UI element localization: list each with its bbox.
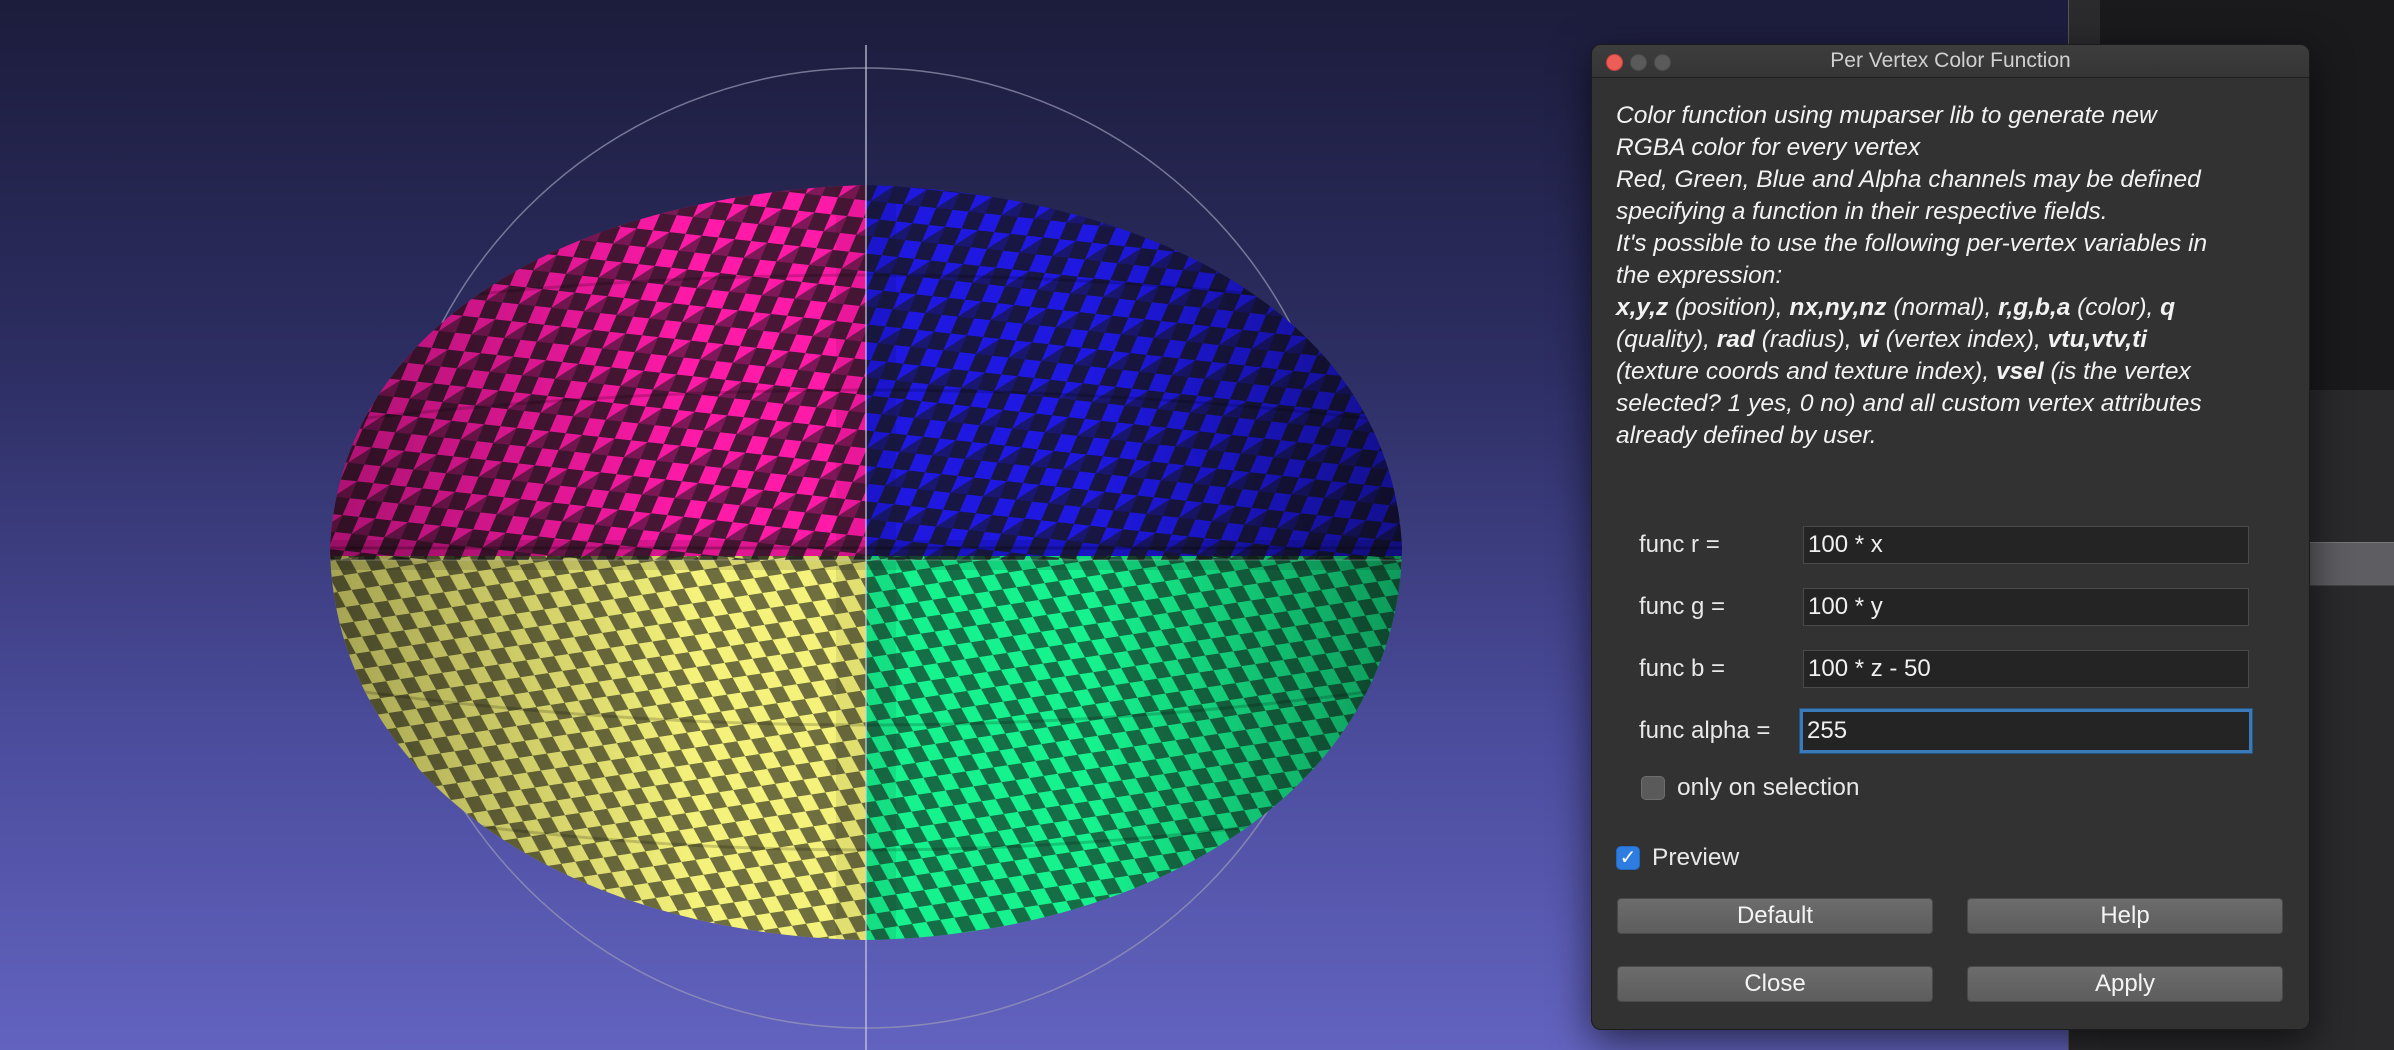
description-line: It's possible to use the following per-v… — [1616, 230, 2208, 257]
func-b-row: func b = — [1639, 647, 2269, 691]
func-alpha-row: func alpha = — [1639, 709, 2269, 753]
dialog-title: Per Vertex Color Function — [1830, 49, 2071, 72]
func-g-input[interactable] — [1803, 588, 2249, 626]
func-b-input[interactable] — [1803, 650, 2249, 688]
var-desc: (normal), — [1886, 294, 1999, 321]
minimize-window-icon[interactable] — [1630, 54, 1647, 71]
var-radius: rad — [1716, 326, 1755, 353]
var-desc: (vertex index), — [1878, 326, 2048, 353]
var-texture: vtu,vtv,ti — [2047, 326, 2148, 353]
func-alpha-input[interactable] — [1800, 709, 2252, 753]
var-desc: (quality), — [1616, 326, 1717, 353]
description-line: Color function using muparser lib to gen… — [1616, 102, 2157, 129]
preview-checkbox[interactable]: ✓ — [1616, 846, 1640, 870]
description-line: the expression: — [1616, 262, 1783, 289]
func-r-row: func r = — [1639, 523, 2269, 567]
func-r-label: func r = — [1639, 531, 1720, 558]
background-panel-tab[interactable] — [2310, 542, 2394, 586]
default-button[interactable]: Default — [1617, 898, 1933, 934]
func-r-input[interactable] — [1803, 526, 2249, 564]
per-vertex-color-dialog: Per Vertex Color Function Color function… — [1591, 44, 2310, 1030]
only-on-selection-row[interactable]: only on selection — [1641, 774, 1860, 802]
variables-line: (quality), rad (radius), vi (vertex inde… — [1616, 324, 2289, 356]
variables-line: (texture coords and texture index), vsel… — [1616, 356, 2289, 388]
apply-button[interactable]: Apply — [1967, 966, 2283, 1002]
description-line: RGBA color for every vertex — [1616, 134, 1921, 161]
description-line: Red, Green, Blue and Alpha channels may … — [1616, 166, 2201, 193]
var-desc: (position), — [1668, 294, 1790, 321]
only-on-selection-label: only on selection — [1677, 774, 1860, 801]
var-desc: (radius), — [1754, 326, 1859, 353]
var-position: x,y,z — [1616, 294, 1669, 321]
preview-label: Preview — [1652, 844, 1740, 871]
var-desc: (is the vertex — [2043, 358, 2191, 385]
only-on-selection-checkbox[interactable] — [1641, 776, 1665, 800]
variables-line: selected? 1 yes, 0 no) and all custom ve… — [1616, 390, 2202, 417]
var-quality: q — [2160, 294, 2176, 321]
var-vertex-index: vi — [1858, 326, 1879, 353]
dialog-titlebar[interactable]: Per Vertex Color Function — [1592, 45, 2309, 78]
zoom-window-icon[interactable] — [1654, 54, 1671, 71]
filter-description: Color function using muparser lib to gen… — [1616, 100, 2289, 452]
func-alpha-label: func alpha = — [1639, 717, 1771, 744]
func-b-label: func b = — [1639, 655, 1726, 682]
variables-line: x,y,z (position), nx,ny,nz (normal), r,g… — [1616, 292, 2289, 324]
var-desc: (color), — [2070, 294, 2161, 321]
var-desc: (texture coords and texture index), — [1616, 358, 1996, 385]
variables-line: already defined by user. — [1616, 422, 1877, 449]
preview-row[interactable]: ✓ Preview — [1616, 844, 1739, 872]
close-window-icon[interactable] — [1606, 54, 1623, 71]
help-button[interactable]: Help — [1967, 898, 2283, 934]
var-normal: nx,ny,nz — [1789, 294, 1887, 321]
close-button[interactable]: Close — [1617, 966, 1933, 1002]
description-line: specifying a function in their respectiv… — [1616, 198, 2108, 225]
func-g-label: func g = — [1639, 593, 1726, 620]
var-color: r,g,b,a — [1998, 294, 2071, 321]
func-g-row: func g = — [1639, 585, 2269, 629]
var-selection: vsel — [1995, 358, 2044, 385]
